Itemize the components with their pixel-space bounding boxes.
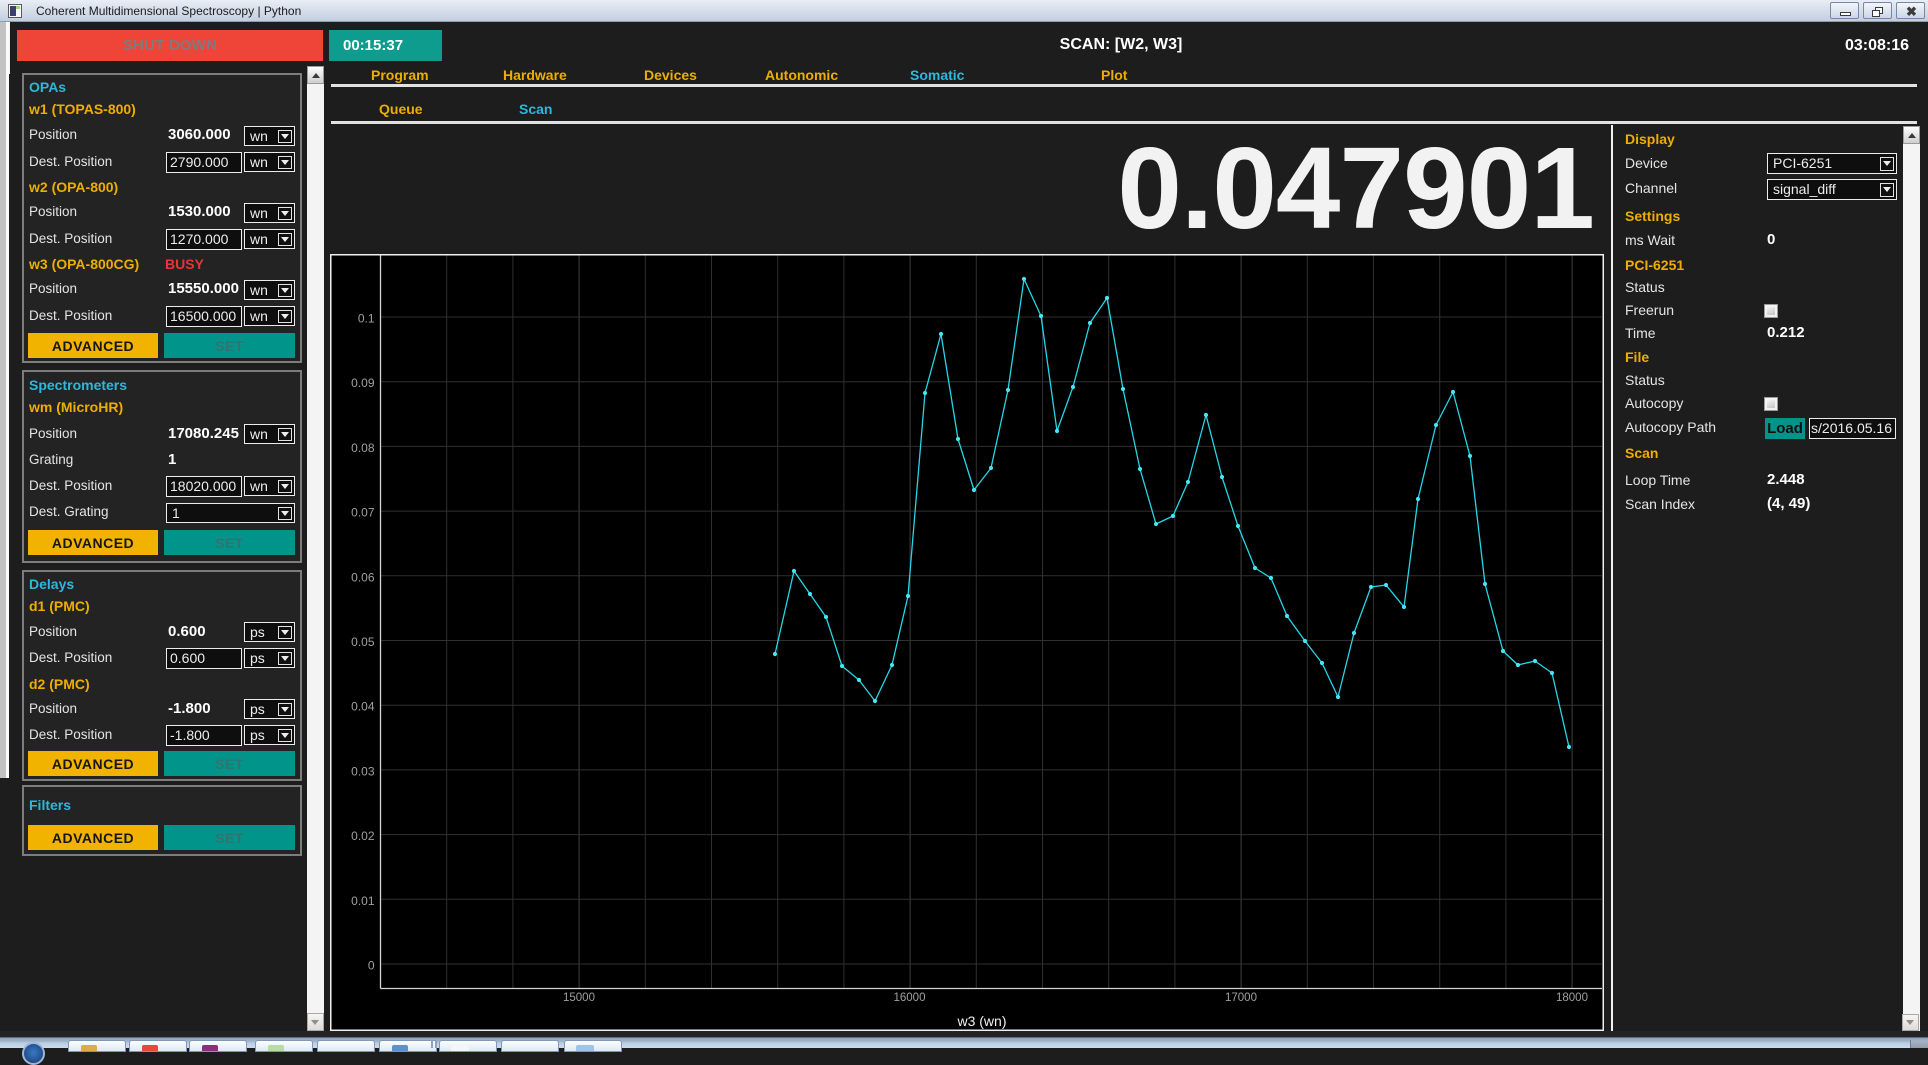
svg-text:0.02: 0.02 xyxy=(351,829,375,843)
svg-text:16000: 16000 xyxy=(894,992,926,1004)
svg-text:0.06: 0.06 xyxy=(351,570,375,584)
svg-text:0.1: 0.1 xyxy=(358,312,375,326)
svg-text:0.04: 0.04 xyxy=(351,700,375,714)
svg-text:0.08: 0.08 xyxy=(351,441,375,455)
svg-text:0.01: 0.01 xyxy=(351,894,375,908)
svg-text:0.09: 0.09 xyxy=(351,376,375,390)
svg-text:18000: 18000 xyxy=(1556,992,1588,1004)
svg-text:0.03: 0.03 xyxy=(351,764,375,778)
svg-text:0: 0 xyxy=(368,959,375,973)
svg-text:w3 (wn): w3 (wn) xyxy=(956,1013,1006,1029)
svg-text:15000: 15000 xyxy=(563,992,595,1004)
svg-text:0.07: 0.07 xyxy=(351,506,375,520)
svg-text:0.05: 0.05 xyxy=(351,635,375,649)
svg-text:17000: 17000 xyxy=(1225,992,1257,1004)
